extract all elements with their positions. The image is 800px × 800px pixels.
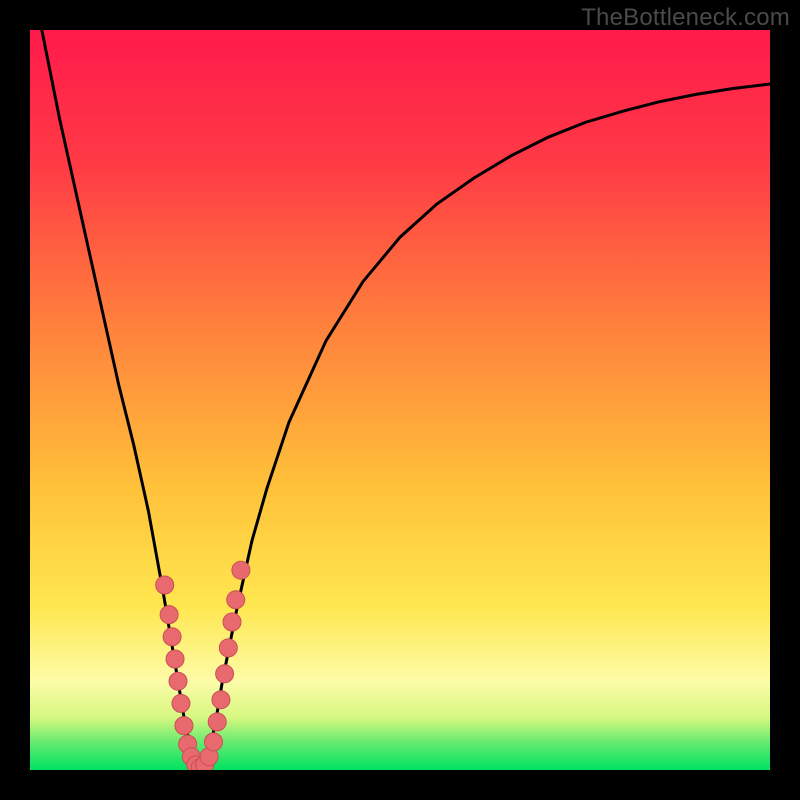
plot-area [30, 30, 770, 770]
data-dot [232, 561, 250, 579]
chart-svg [30, 30, 770, 770]
data-dot [156, 576, 174, 594]
data-dot [160, 606, 178, 624]
data-dot [219, 639, 237, 657]
data-dot [208, 713, 226, 731]
data-dot [169, 672, 187, 690]
data-dot [175, 717, 193, 735]
watermark-text: TheBottleneck.com [581, 4, 790, 32]
data-dot [216, 665, 234, 683]
data-dot [212, 691, 230, 709]
data-dot [223, 613, 241, 631]
gradient-background [30, 30, 770, 770]
data-dot [163, 628, 181, 646]
data-dot [205, 733, 223, 751]
chart-frame: TheBottleneck.com [0, 0, 800, 800]
data-dot [172, 694, 190, 712]
data-dot [166, 650, 184, 668]
data-dot [227, 591, 245, 609]
